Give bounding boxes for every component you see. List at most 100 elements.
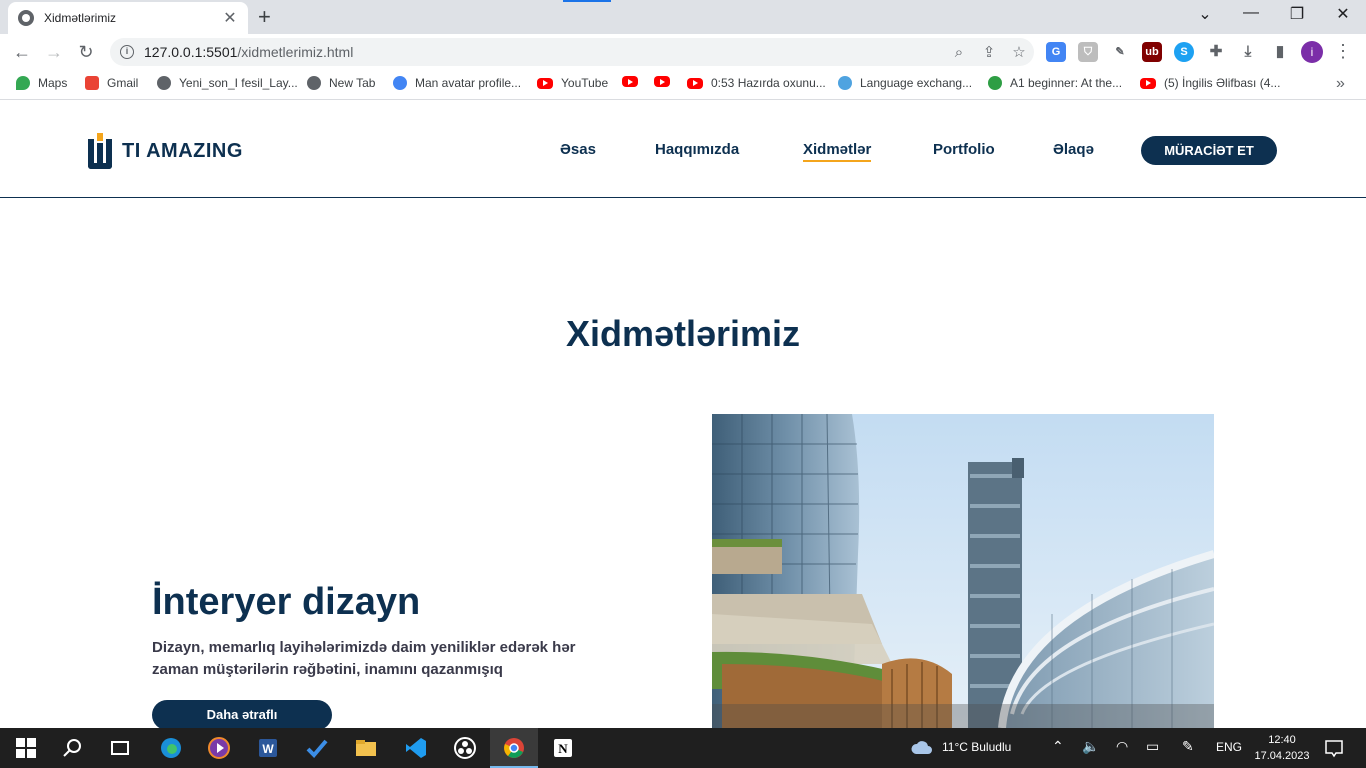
shazam-extension-icon[interactable]: S xyxy=(1174,42,1194,62)
chat-icon xyxy=(838,76,852,90)
section-title: Xidmətlərimiz xyxy=(565,313,801,354)
apply-button[interactable]: MÜRACİƏT ET xyxy=(1141,136,1277,165)
bookmark-star-icon[interactable]: ☆ xyxy=(1004,43,1034,61)
nav-contact[interactable]: Əlaqə xyxy=(1053,141,1094,158)
globe-icon xyxy=(157,76,171,90)
nav-services[interactable]: Xidmətlər xyxy=(803,141,872,162)
nav-portfolio[interactable]: Portfolio xyxy=(933,141,995,158)
file-explorer-icon[interactable] xyxy=(354,736,378,760)
google-icon xyxy=(393,76,407,90)
globe-icon xyxy=(307,76,321,90)
logo-text: TI AMAZING xyxy=(122,139,243,162)
youtube-icon xyxy=(1140,77,1156,89)
volume-icon[interactable]: 🔈 xyxy=(1082,738,1099,755)
bookmark-yeni-son[interactable]: Yeni_son_I fesil_Lay... xyxy=(157,76,298,90)
task-view-icon[interactable] xyxy=(108,736,132,760)
bookmark-ingilis-elifbasi[interactable]: (5) İngilis Əlifbası (4... xyxy=(1140,76,1280,90)
language-indicator[interactable]: ENG xyxy=(1216,740,1242,754)
logo-icon xyxy=(88,133,112,169)
bookmark-hazirda[interactable]: 0:53 Hazırda oxunu... xyxy=(687,76,826,90)
new-tab-button[interactable]: + xyxy=(258,6,271,28)
share-icon[interactable]: ⇪ xyxy=(974,43,1004,61)
bookmark-man-avatar[interactable]: Man avatar profile... xyxy=(393,76,521,90)
todo-icon[interactable] xyxy=(305,736,329,760)
download-icon[interactable]: ⤓ xyxy=(1238,42,1258,62)
tab-search-icon[interactable]: ⌄ xyxy=(1182,4,1228,24)
url-text[interactable]: 127.0.0.1:5501/xidmetlerimiz.html xyxy=(144,44,944,60)
clock-date: 17.04.2023 xyxy=(1254,750,1310,762)
youtube-icon xyxy=(654,76,670,87)
site-header: TI AMAZING Əsas Haqqımızda Xidmətlər Por… xyxy=(0,101,1366,198)
clock[interactable]: 12:40 17.04.2023 xyxy=(1252,732,1312,764)
bookmark-new-tab[interactable]: New Tab xyxy=(307,76,375,90)
bookmark-youtube-3[interactable] xyxy=(654,76,678,87)
address-bar[interactable]: i 127.0.0.1:5501/xidmetlerimiz.html ⌕ ⇪ … xyxy=(110,38,1034,66)
word-icon[interactable]: W xyxy=(256,736,280,760)
browser-menu-icon[interactable]: ⋮ xyxy=(1334,41,1352,62)
windows-start-icon[interactable] xyxy=(14,736,38,760)
city-buildings-image xyxy=(712,414,1214,728)
globe-icon xyxy=(18,10,34,26)
eyedropper-extension-icon[interactable]: ✎ xyxy=(1110,42,1130,62)
youtube-icon xyxy=(537,77,553,89)
service-description: Dizayn, memarlıq layihələrimizdə daim ye… xyxy=(152,639,576,678)
service-photo xyxy=(712,414,1214,728)
close-window-button[interactable]: ✕ xyxy=(1320,4,1366,24)
notion-icon[interactable]: N xyxy=(551,736,575,760)
restore-button[interactable]: ❐ xyxy=(1274,4,1320,24)
maps-icon xyxy=(16,76,30,90)
extensions-puzzle-icon[interactable]: ✚ xyxy=(1206,42,1226,62)
cloud-weather-icon[interactable] xyxy=(910,736,934,760)
weather-text[interactable]: 11°C Buludlu xyxy=(942,740,1011,754)
gmail-icon xyxy=(85,76,99,90)
nav-about[interactable]: Haqqımızda xyxy=(655,141,739,158)
wifi-icon[interactable]: ◠ xyxy=(1116,738,1128,755)
notification-icon[interactable] xyxy=(1322,736,1346,760)
minimize-button[interactable]: — xyxy=(1228,4,1274,22)
youtube-icon xyxy=(622,76,638,87)
service-title: İnteryer dizayn xyxy=(152,581,421,623)
browser-toolbar: ← → ↻ i 127.0.0.1:5501/xidmetlerimiz.htm… xyxy=(0,34,1366,70)
clock-time: 12:40 xyxy=(1268,734,1296,746)
more-info-button[interactable]: Daha ətraflı xyxy=(152,700,332,728)
browser-tab-bar: Xidmətlərimiz ✕ + ⌄ — ❐ ✕ xyxy=(0,0,1366,34)
bookmark-gmail[interactable]: Gmail xyxy=(85,76,138,90)
browser-tab[interactable]: Xidmətlərimiz ✕ xyxy=(8,2,248,34)
forward-button[interactable]: → xyxy=(42,40,66,64)
youtube-icon xyxy=(687,77,703,89)
side-panel-icon[interactable]: ▮ xyxy=(1270,42,1290,62)
svg-text:N: N xyxy=(558,741,568,756)
chevron-right-icon[interactable]: » xyxy=(1336,75,1345,93)
site-info-icon[interactable]: i xyxy=(120,45,134,59)
site-logo[interactable]: TI AMAZING xyxy=(88,133,243,169)
search-icon[interactable] xyxy=(60,736,84,760)
web-page: TI AMAZING Əsas Haqqımızda Xidmətlər Por… xyxy=(0,101,1366,728)
close-tab-icon[interactable]: ✕ xyxy=(222,8,238,28)
pen-icon[interactable]: ✎ xyxy=(1182,738,1194,755)
svg-text:W: W xyxy=(262,742,274,756)
translate-extension-icon[interactable]: G xyxy=(1046,42,1066,62)
chrome-icon[interactable] xyxy=(502,736,526,760)
media-player-icon[interactable] xyxy=(207,736,231,760)
vscode-icon[interactable] xyxy=(404,736,428,760)
clover-icon xyxy=(988,76,1002,90)
battery-icon[interactable]: ▭ xyxy=(1146,738,1159,755)
profile-avatar[interactable]: i xyxy=(1301,41,1323,63)
obs-icon[interactable] xyxy=(453,736,477,760)
tab-title: Xidmətlərimiz xyxy=(44,11,117,25)
chevron-up-icon[interactable]: ⌃ xyxy=(1052,738,1064,755)
bookmark-maps[interactable]: Maps xyxy=(16,76,67,90)
bookmark-a1-beginner[interactable]: A1 beginner: At the... xyxy=(988,76,1122,90)
bookmark-language-exchange[interactable]: Language exchang... xyxy=(838,76,972,90)
reload-button[interactable]: ↻ xyxy=(74,40,98,64)
back-button[interactable]: ← xyxy=(10,40,34,64)
ublock-extension-icon[interactable]: ub xyxy=(1142,42,1162,62)
nav-home[interactable]: Əsas xyxy=(560,141,596,158)
bookmark-youtube-2[interactable] xyxy=(622,76,646,87)
windows-taskbar: W N 11°C Buludlu ⌃ 🔈 ◠ ▭ ✎ ENG 12:40 17.… xyxy=(0,728,1366,768)
zoom-icon[interactable]: ⌕ xyxy=(944,44,974,61)
edge-icon[interactable] xyxy=(159,736,183,760)
bookmarks-bar: Maps Gmail Yeni_son_I fesil_Lay... New T… xyxy=(0,70,1366,100)
bookmark-youtube[interactable]: YouTube xyxy=(537,76,608,90)
shield-extension-icon[interactable]: ⛉ xyxy=(1078,42,1098,62)
